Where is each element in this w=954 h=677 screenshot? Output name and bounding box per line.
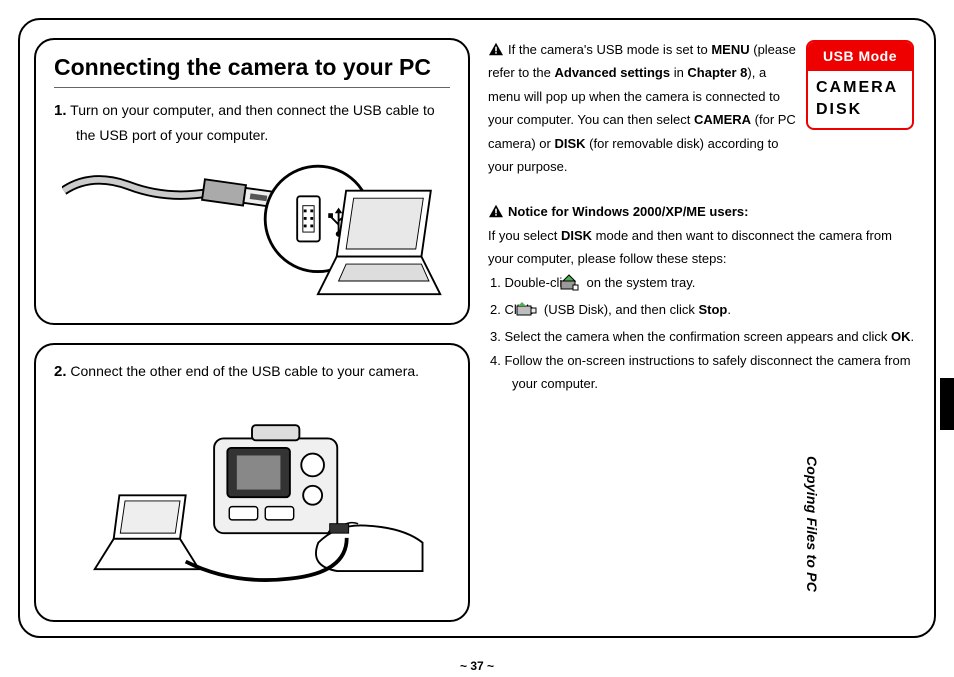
section-tab-marker	[940, 378, 954, 430]
note2-intro: If you select DISK mode and then want to…	[488, 224, 916, 271]
right-column: USB Mode CAMERA DISK If the camera's USB…	[484, 38, 920, 622]
illustration-usb-to-pc	[54, 153, 450, 313]
usb-mode-camera: CAMERA	[816, 77, 904, 99]
page-title: Connecting the camera to your PC	[54, 54, 450, 88]
step1-number: 1.	[54, 102, 67, 119]
page-number: ~ 37 ~	[0, 659, 954, 673]
note-windows-users: Notice for Windows 2000/XP/ME users: If …	[484, 200, 920, 395]
illustration-usb-to-camera	[54, 391, 450, 610]
step1-text: 1. Turn on your computer, and then conne…	[54, 98, 450, 147]
left-column: Connecting the camera to your PC 1. Turn…	[34, 38, 470, 622]
step2-number: 2.	[54, 363, 67, 380]
usb-mode-box: USB Mode CAMERA DISK	[806, 40, 914, 130]
warning-icon	[488, 202, 504, 216]
note2-heading: Notice for Windows 2000/XP/ME users:	[508, 204, 748, 219]
usb-mode-disk: DISK	[816, 99, 904, 121]
section-side-label: Copying Files to PC	[804, 456, 820, 626]
disconnect-steps: 1. Double-click on the system tray. 2. C…	[488, 271, 916, 396]
warning-icon	[488, 40, 504, 54]
disconnect-step-1: 1. Double-click on the system tray.	[490, 271, 916, 298]
note-usb-mode: USB Mode CAMERA DISK If the camera's USB…	[484, 38, 920, 178]
card-step1: Connecting the camera to your PC 1. Turn…	[34, 38, 470, 325]
usb-mode-header: USB Mode	[808, 42, 912, 71]
disconnect-step-3: 3. Select the camera when the confirmati…	[490, 325, 916, 348]
step2-body: Connect the other end of the USB cable t…	[70, 363, 419, 379]
card-step2: 2. Connect the other end of the USB cabl…	[34, 343, 470, 622]
step2-text: 2. Connect the other end of the USB cabl…	[54, 359, 450, 385]
usb-mode-options: CAMERA DISK	[808, 71, 912, 128]
disconnect-step-4: 4. Follow the on-screen instructions to …	[490, 349, 916, 396]
page-frame: Connecting the camera to your PC 1. Turn…	[18, 18, 936, 638]
note1-text: If the camera's USB mode is set to MENU …	[488, 42, 796, 174]
step1-body: Turn on your computer, and then connect …	[70, 102, 434, 143]
disconnect-step-2: 2. Click (USB Disk), and then click Stop…	[490, 298, 916, 325]
